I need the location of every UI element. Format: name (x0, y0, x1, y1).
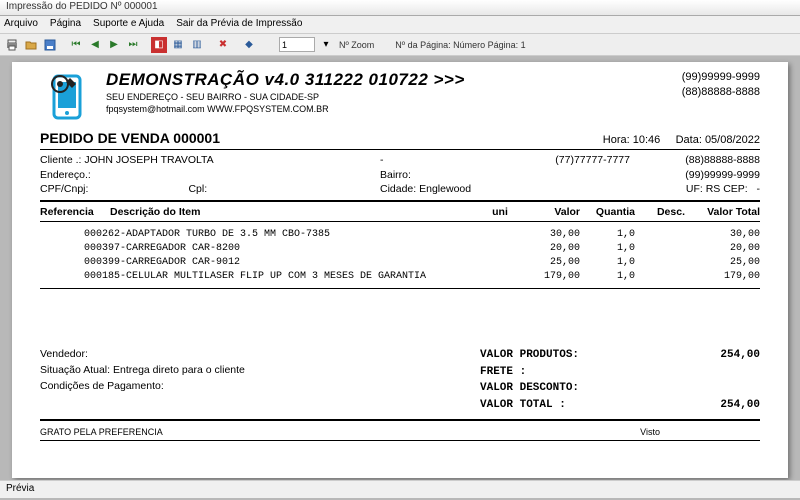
cliente-name: JOHN JOSEPH TRAVOLTA (84, 154, 213, 166)
tool2-icon[interactable]: ▦ (170, 37, 186, 53)
menu-suporte[interactable]: Suporte e Ajuda (93, 18, 164, 31)
cliente-phone2: (88)88888-8888 (630, 153, 760, 168)
frete-label: FRETE : (480, 364, 640, 381)
col-valor: Valor (520, 206, 580, 218)
zoom-input[interactable] (279, 37, 315, 52)
footer-visto: Visto (640, 427, 660, 437)
col-uni: uni (480, 206, 520, 218)
col-desc: Desc. (635, 206, 685, 218)
company-address: SEU ENDEREÇO - SEU BAIRRO - SUA CIDADE-S… (106, 92, 670, 102)
page-number-label: Nº da Página: Número Página: 1 (395, 40, 525, 50)
cliente-phone3: (99)99999-9999 (630, 168, 760, 183)
data-label: Data: (676, 134, 702, 146)
produtos-value: 254,00 (640, 347, 760, 364)
cidade-value: Englewood (419, 183, 471, 195)
item-row: 000397-CARREGADOR CAR-820020,001,020,00 (40, 242, 760, 256)
vendedor-label: Vendedor: (40, 347, 480, 363)
col-ref: Referencia (40, 206, 110, 218)
menu-pagina[interactable]: Página (50, 18, 81, 31)
hora-value: 10:46 (633, 134, 661, 146)
settings-icon[interactable]: ◆ (241, 37, 257, 53)
cliente-phone1: (77)77777-7777 (500, 153, 630, 168)
last-page-icon[interactable]: ⏭ (125, 37, 141, 53)
save-icon[interactable] (42, 37, 58, 53)
item-row: 000262-ADAPTADOR TURBO DE 3.5 MM CBO-738… (40, 228, 760, 242)
report-page: DEMONSTRAÇÃO v4.0 311222 010722 >>> SEU … (12, 62, 788, 478)
zoom-spinner-icon[interactable]: ▾ (318, 37, 334, 53)
menubar: Arquivo Página Suporte e Ajuda Sair da P… (0, 16, 800, 34)
items-list: 000262-ADAPTADOR TURBO DE 3.5 MM CBO-738… (40, 228, 760, 284)
bairro-label: Bairro: (380, 168, 500, 183)
cep-label: CEP: (723, 183, 748, 195)
col-quantia: Quantia (580, 206, 635, 218)
data-value: 05/08/2022 (705, 134, 760, 146)
col-total: Valor Total (685, 206, 760, 218)
company-name: DEMONSTRAÇÃO v4.0 311222 010722 >>> (106, 70, 670, 90)
endereco-label: Endereço.: (40, 168, 380, 183)
menu-arquivo[interactable]: Arquivo (4, 18, 38, 31)
window-titlebar: Impressão do PEDIDO Nº 000001 (0, 0, 800, 16)
cidade-label: Cidade: (380, 183, 416, 195)
cliente-dash: - (380, 153, 500, 168)
company-logo-icon (40, 70, 94, 124)
close-icon[interactable]: ✖ (215, 37, 231, 53)
footer-thanks: GRATO PELA PREFERENCIA (40, 427, 163, 437)
company-contact: fpqsystem@hotmail.com WWW.FPQSYSTEM.COM.… (106, 104, 670, 114)
total-value: 254,00 (640, 397, 760, 414)
total-label: VALOR TOTAL : (480, 397, 640, 414)
first-page-icon[interactable]: ⏮ (68, 37, 84, 53)
prev-page-icon[interactable]: ◀ (87, 37, 103, 53)
produtos-label: VALOR PRODUTOS: (480, 347, 640, 364)
cep-value: - (757, 183, 761, 195)
tool1-icon[interactable]: ◧ (151, 37, 167, 53)
uf-label: UF: (686, 183, 703, 195)
order-title: PEDIDO DE VENDA 000001 (40, 130, 220, 146)
next-page-icon[interactable]: ▶ (106, 37, 122, 53)
item-row: 000399-CARREGADOR CAR-901225,001,025,00 (40, 256, 760, 270)
situacao-label: Situação Atual: (40, 364, 110, 376)
menu-sair[interactable]: Sair da Prévia de Impressão (176, 18, 302, 31)
statusbar: Prévia (0, 480, 800, 498)
item-row: 000185-CELULAR MULTILASER FLIP UP COM 3 … (40, 270, 760, 284)
condicoes-label: Condições de Pagamento: (40, 379, 480, 395)
toolbar: ⏮ ◀ ▶ ⏭ ◧ ▦ ▥ ✖ ◆ ▾ Nº Zoom Nº da Página… (0, 34, 800, 56)
desconto-label: VALOR DESCONTO: (480, 380, 640, 397)
situacao-value: Entrega direto para o cliente (113, 364, 245, 376)
preview-workspace: DEMONSTRAÇÃO v4.0 311222 010722 >>> SEU … (0, 56, 800, 480)
zoom-label: Nº Zoom (339, 40, 374, 50)
cpf-label: CPF/Cnpj: (40, 183, 88, 195)
cliente-label: Cliente .: (40, 154, 81, 166)
hora-label: Hora: (603, 134, 630, 146)
uf-value: RS (706, 183, 721, 195)
col-desc: Descrição do Item (110, 206, 480, 218)
print-icon[interactable] (4, 37, 20, 53)
items-header: Referencia Descrição do Item uni Valor Q… (40, 206, 760, 218)
company-phone2: (88)88888-8888 (682, 85, 760, 100)
cpl-label: Cpl: (188, 183, 207, 195)
tool3-icon[interactable]: ▥ (189, 37, 205, 53)
open-icon[interactable] (23, 37, 39, 53)
company-phone1: (99)99999-9999 (682, 70, 760, 85)
